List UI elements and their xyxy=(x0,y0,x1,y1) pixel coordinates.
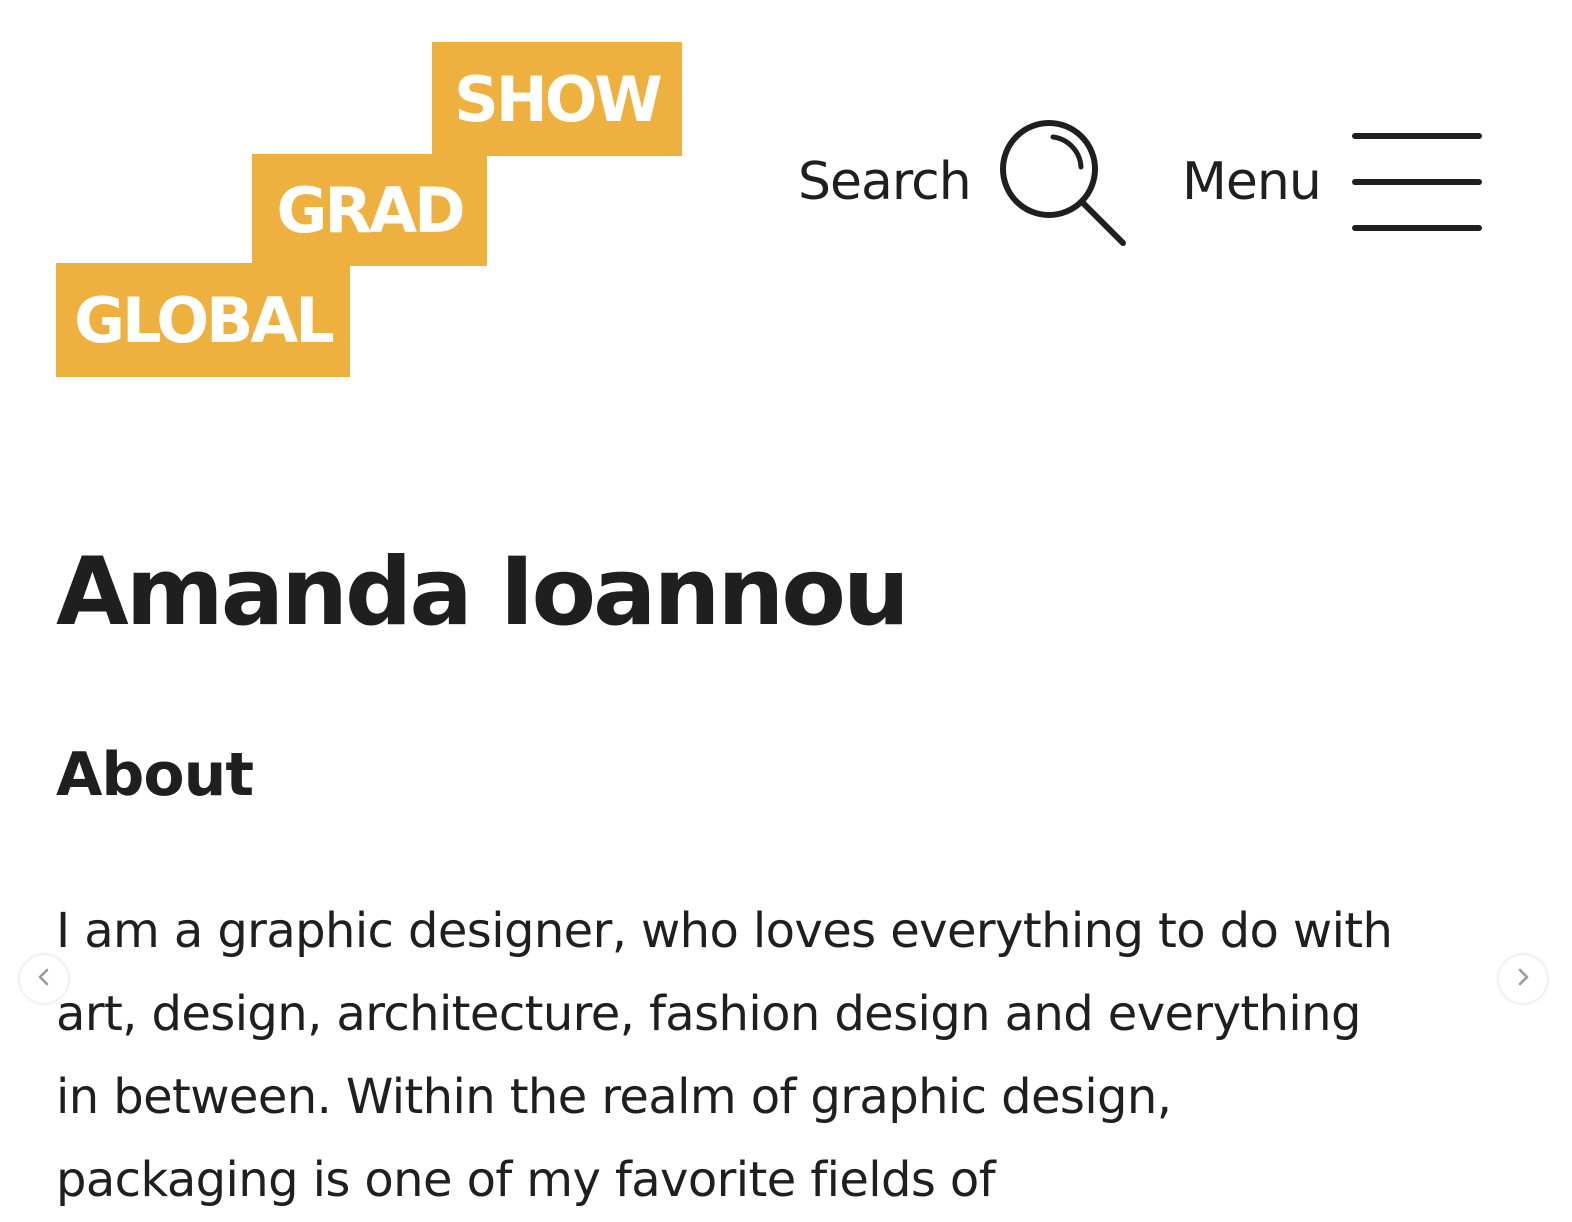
profile-name: Amanda Ioannou xyxy=(56,538,910,647)
about-line: in between. Within the realm of graphic … xyxy=(56,1069,1172,1125)
logo-grad-block: GRAD xyxy=(252,154,487,266)
about-line: art, design, architecture, fashion desig… xyxy=(56,986,1361,1042)
menu-button[interactable]: Menu xyxy=(1182,112,1483,252)
search-label: Search xyxy=(798,152,972,212)
about-heading: About xyxy=(56,740,254,810)
carousel-prev-button[interactable] xyxy=(20,955,68,1003)
logo-show-text: SHOW xyxy=(454,63,663,136)
logo-global-block: GLOBAL xyxy=(56,263,350,377)
global-grad-show-logo[interactable]: SHOW GRAD GLOBAL xyxy=(0,0,700,400)
carousel-next-button[interactable] xyxy=(1499,955,1547,1003)
search-button[interactable]: Search xyxy=(798,112,1129,252)
hamburger-icon xyxy=(1351,130,1483,238)
magnifier-icon xyxy=(997,117,1129,253)
about-line: packaging is one of my favorite fields o… xyxy=(56,1152,996,1208)
logo-grad-text: GRAD xyxy=(276,174,465,247)
chevron-right-icon xyxy=(1513,967,1533,991)
about-line: I am a graphic designer, who loves every… xyxy=(56,903,1393,959)
menu-label: Menu xyxy=(1182,152,1322,212)
logo-global-text: GLOBAL xyxy=(74,284,335,357)
logo-show-block: SHOW xyxy=(432,42,682,156)
about-text: I am a graphic designer, who loves every… xyxy=(56,890,1506,1222)
chevron-left-icon xyxy=(34,967,54,991)
